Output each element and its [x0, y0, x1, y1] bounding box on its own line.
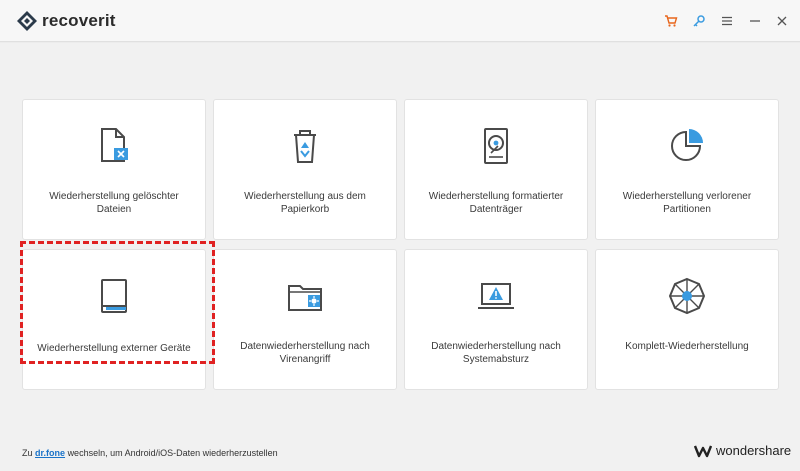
minimize-button[interactable]	[746, 12, 764, 30]
card-label: Datenwiederherstellung nach Systemabstur…	[431, 341, 561, 365]
all-round-icon	[668, 277, 706, 315]
wondershare-logo-icon	[694, 445, 712, 457]
card-all-round[interactable]: Komplett-Wiederherstellung	[595, 249, 779, 390]
wondershare-brand: wondershare	[694, 443, 791, 458]
close-button[interactable]	[773, 12, 791, 30]
external-device-icon	[101, 279, 127, 313]
card-label: Wiederherstellung aus dem Papierkorb	[244, 191, 366, 215]
card-label: Wiederherstellung gelöschter Dateien	[49, 191, 179, 215]
cart-button[interactable]	[662, 12, 680, 30]
footer-text: Zu dr.fone wechseln, um Android/iOS-Date…	[22, 448, 278, 458]
brand-name: wondershare	[716, 443, 792, 458]
virus-folder-icon	[288, 285, 322, 311]
card-recycle-bin[interactable]: Wiederherstellung aus dem Papierkorb	[213, 99, 397, 240]
card-formatted-drive[interactable]: Wiederherstellung formatierter Datenträg…	[404, 99, 588, 240]
footer-prefix: Zu	[22, 448, 33, 458]
card-label: Komplett-Wiederherstellung	[625, 341, 749, 352]
card-lost-partition[interactable]: Wiederherstellung verlorener Partitionen	[595, 99, 779, 240]
card-deleted-files[interactable]: Wiederherstellung gelöschter Dateien	[22, 99, 206, 240]
app-title: recoverit	[42, 11, 116, 30]
key-icon	[693, 15, 705, 27]
close-icon	[777, 16, 787, 26]
card-virus-attack[interactable]: Datenwiederherstellung nach Virenangriff	[213, 249, 397, 390]
drfone-link[interactable]: dr.fone	[35, 448, 65, 458]
partition-pie-icon	[671, 129, 703, 161]
card-label: Wiederherstellung verlorener Partitionen	[622, 191, 752, 215]
deleted-file-icon	[101, 128, 128, 162]
card-label: Datenwiederherstellung nach Virenangriff	[240, 341, 370, 365]
cart-icon	[665, 15, 678, 27]
crashed-computer-icon	[478, 283, 514, 309]
menu-button[interactable]	[718, 12, 736, 30]
footer-suffix: wechseln, um Android/iOS-Daten wiederher…	[67, 448, 278, 458]
card-label: Wiederherstellung formatierter Datenträg…	[428, 191, 564, 215]
key-button[interactable]	[690, 12, 708, 30]
recycle-bin-icon	[294, 130, 316, 163]
recoverit-logo-icon	[17, 11, 37, 31]
card-system-crash[interactable]: Datenwiederherstellung nach Systemabstur…	[404, 249, 588, 390]
card-external-device[interactable]: Wiederherstellung externer Geräte	[22, 249, 206, 390]
title-bar: recoverit	[0, 0, 800, 42]
menu-icon	[722, 16, 732, 26]
hard-drive-icon	[484, 128, 508, 164]
card-label: Wiederherstellung externer Geräte	[37, 343, 191, 354]
minimize-icon	[750, 20, 760, 22]
